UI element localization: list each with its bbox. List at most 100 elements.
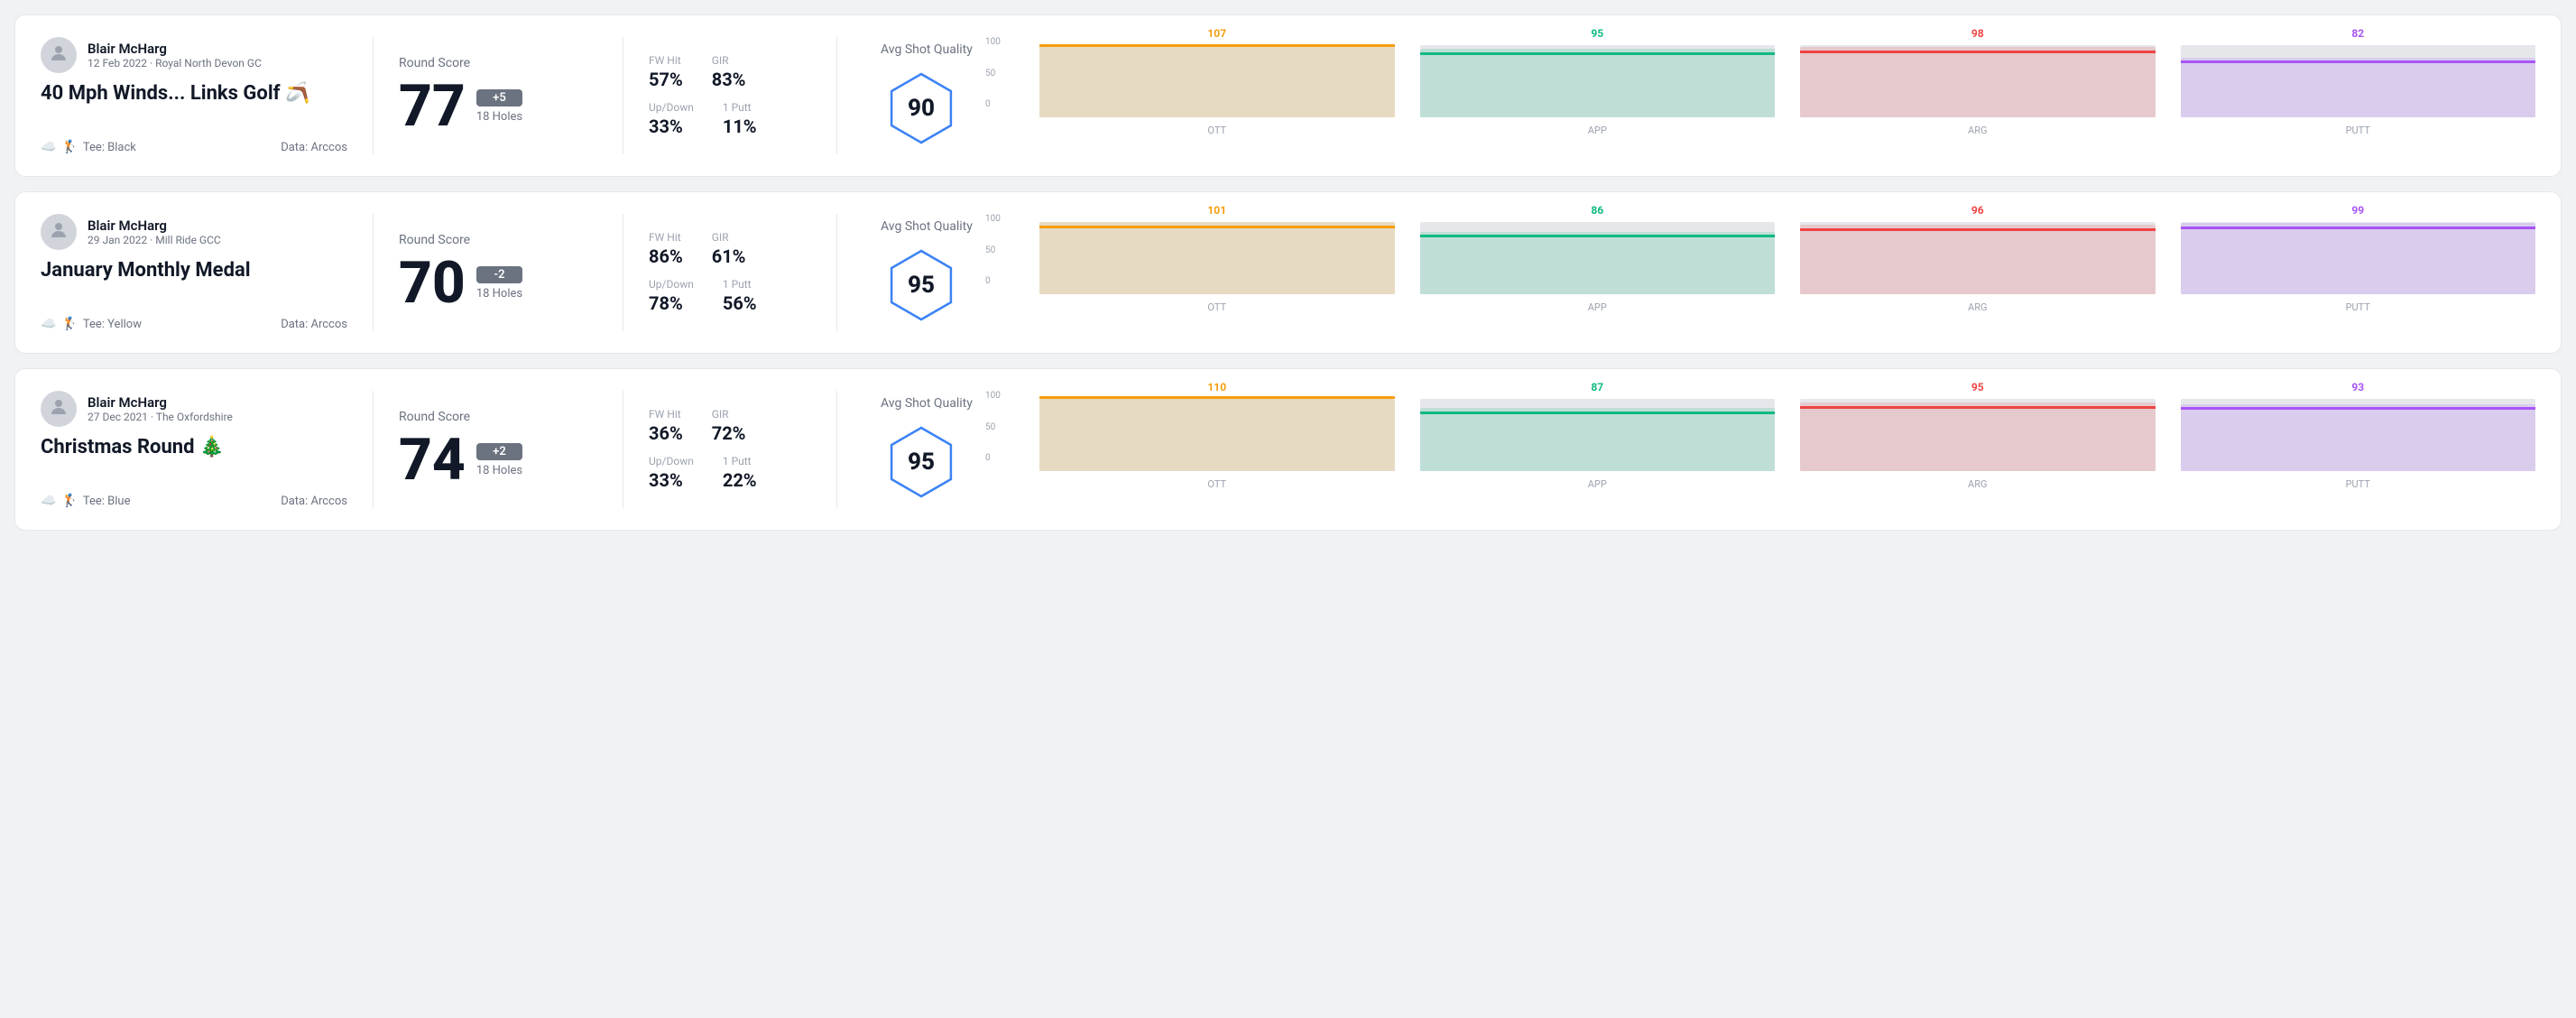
bar-col-putt: 82 PUTT <box>2181 27 2536 136</box>
user-date: 29 Jan 2022 · Mill Ride GCC <box>88 234 221 246</box>
bar-fill <box>1800 225 2156 294</box>
score-badge-col: +5 18 Holes <box>476 89 522 124</box>
chart-section: 100 50 0 101 OTT 86 APP <box>989 214 2535 331</box>
user-details: Blair McHarg 27 Dec 2021 · The Oxfordshi… <box>88 394 233 423</box>
bar-line <box>1039 44 1395 47</box>
user-details: Blair McHarg 29 Jan 2022 · Mill Ride GCC <box>88 217 221 246</box>
bar-value-arg: 96 <box>1971 204 1984 217</box>
tee-label: Tee: Yellow <box>83 318 142 331</box>
putt-label: 1 Putt <box>723 455 757 467</box>
gir-label: GIR <box>712 408 746 421</box>
bar-label: APP <box>1588 125 1607 136</box>
data-source: Data: Arccos <box>281 495 347 508</box>
chart-y-axis: 100 50 0 <box>985 37 1001 109</box>
bottom-info: ☁️ 🏌️ Tee: Black Data: Arccos <box>41 140 347 154</box>
stat-fw-hit: FW Hit 36% <box>649 408 683 444</box>
stats-row-top: FW Hit 86% GIR 61% <box>649 231 811 267</box>
stats-row-top: FW Hit 36% GIR 72% <box>649 408 811 444</box>
stat-gir: GIR 72% <box>712 408 746 444</box>
quality-score: 95 <box>908 449 935 476</box>
score-holes: 18 Holes <box>476 110 522 124</box>
tee-info: ☁️ 🏌️ Tee: Yellow <box>41 317 142 331</box>
bar-label: OTT <box>1207 301 1226 313</box>
gir-value: 61% <box>712 245 746 267</box>
bar-value-putt: 99 <box>2351 204 2364 217</box>
round-card: Blair McHarg 27 Dec 2021 · The Oxfordshi… <box>14 368 2562 531</box>
avatar-icon <box>48 219 69 245</box>
updown-value: 33% <box>649 116 694 137</box>
fw-hit-label: FW Hit <box>649 231 683 244</box>
bar-value-arg: 98 <box>1971 27 1984 40</box>
bar-col-app: 86 APP <box>1420 204 1776 313</box>
bar-line <box>1800 228 2156 231</box>
score-holes: 18 Holes <box>476 464 522 477</box>
stats-section: FW Hit 57% GIR 83% Up/Down 33% 1 Putt <box>649 37 811 154</box>
bar-wrapper <box>1800 222 2156 294</box>
bar-label: APP <box>1588 478 1607 490</box>
section-divider <box>373 214 374 331</box>
score-label: Round Score <box>399 56 597 70</box>
bar-chart: 110 OTT 87 APP 95 <box>1039 391 2535 508</box>
score-badge: +2 <box>476 443 522 460</box>
weather-icon: ☁️ <box>41 317 56 331</box>
putt-label: 1 Putt <box>723 278 757 291</box>
user-date: 12 Feb 2022 · Royal North Devon GC <box>88 57 262 69</box>
user-info: Blair McHarg 27 Dec 2021 · The Oxfordshi… <box>41 391 347 427</box>
weather-icon: ☁️ <box>41 494 56 508</box>
gir-value: 83% <box>712 69 746 90</box>
stat-putt: 1 Putt 22% <box>723 455 757 491</box>
putt-value: 11% <box>723 116 757 137</box>
stat-fw-hit: FW Hit 57% <box>649 54 683 90</box>
fw-hit-value: 57% <box>649 69 683 90</box>
bar-value-app: 95 <box>1591 27 1603 40</box>
chart-y-axis: 100 50 0 <box>985 391 1001 463</box>
bar-fill <box>2181 404 2536 471</box>
quality-section: Avg Shot Quality 95 <box>863 214 989 331</box>
round-left-section: Blair McHarg 12 Feb 2022 · Royal North D… <box>41 37 347 154</box>
avatar-icon <box>48 42 69 69</box>
avatar <box>41 37 77 73</box>
bar-value-putt: 93 <box>2351 381 2364 393</box>
bar-wrapper <box>1800 45 2156 117</box>
bag-icon: 🏌️ <box>61 140 77 154</box>
updown-label: Up/Down <box>649 455 694 467</box>
bar-col-app: 87 APP <box>1420 381 1776 490</box>
bar-wrapper <box>1039 399 1395 471</box>
score-section: Round Score 74 +2 18 Holes <box>399 391 597 508</box>
weather-icon: ☁️ <box>41 140 56 154</box>
putt-label: 1 Putt <box>723 101 757 114</box>
bar-wrapper <box>2181 222 2536 294</box>
score-section: Round Score 70 -2 18 Holes <box>399 214 597 331</box>
bar-label: ARG <box>1968 301 1987 313</box>
score-row: 74 +2 18 Holes <box>399 431 597 489</box>
stat-putt: 1 Putt 11% <box>723 101 757 137</box>
round-title: Christmas Round 🎄 <box>41 436 347 458</box>
bar-value-app: 87 <box>1591 381 1603 393</box>
user-info: Blair McHarg 12 Feb 2022 · Royal North D… <box>41 37 347 73</box>
bar-line <box>2181 227 2536 229</box>
stats-row-bottom: Up/Down 33% 1 Putt 22% <box>649 455 811 491</box>
quality-score: 95 <box>908 272 935 299</box>
bar-line <box>1420 235 1776 237</box>
data-source: Data: Arccos <box>281 318 347 331</box>
quality-label: Avg Shot Quality <box>881 219 973 234</box>
gir-value: 72% <box>712 422 746 444</box>
putt-value: 56% <box>723 292 757 314</box>
avatar <box>41 391 77 427</box>
fw-hit-value: 86% <box>649 245 683 267</box>
score-badge-col: +2 18 Holes <box>476 443 522 477</box>
score-section: Round Score 77 +5 18 Holes <box>399 37 597 154</box>
score-holes: 18 Holes <box>476 287 522 301</box>
bar-fill <box>1039 222 1395 294</box>
bar-line <box>2181 60 2536 63</box>
score-number: 74 <box>399 431 466 489</box>
user-name: Blair McHarg <box>88 217 221 234</box>
tee-info: ☁️ 🏌️ Tee: Blue <box>41 494 130 508</box>
quality-label: Avg Shot Quality <box>881 396 973 411</box>
hexagon-container: 90 <box>881 68 962 149</box>
user-date: 27 Dec 2021 · The Oxfordshire <box>88 411 233 423</box>
round-card: Blair McHarg 29 Jan 2022 · Mill Ride GCC… <box>14 191 2562 354</box>
stats-row-bottom: Up/Down 78% 1 Putt 56% <box>649 278 811 314</box>
bag-icon: 🏌️ <box>61 494 77 508</box>
bar-fill <box>1039 45 1395 117</box>
